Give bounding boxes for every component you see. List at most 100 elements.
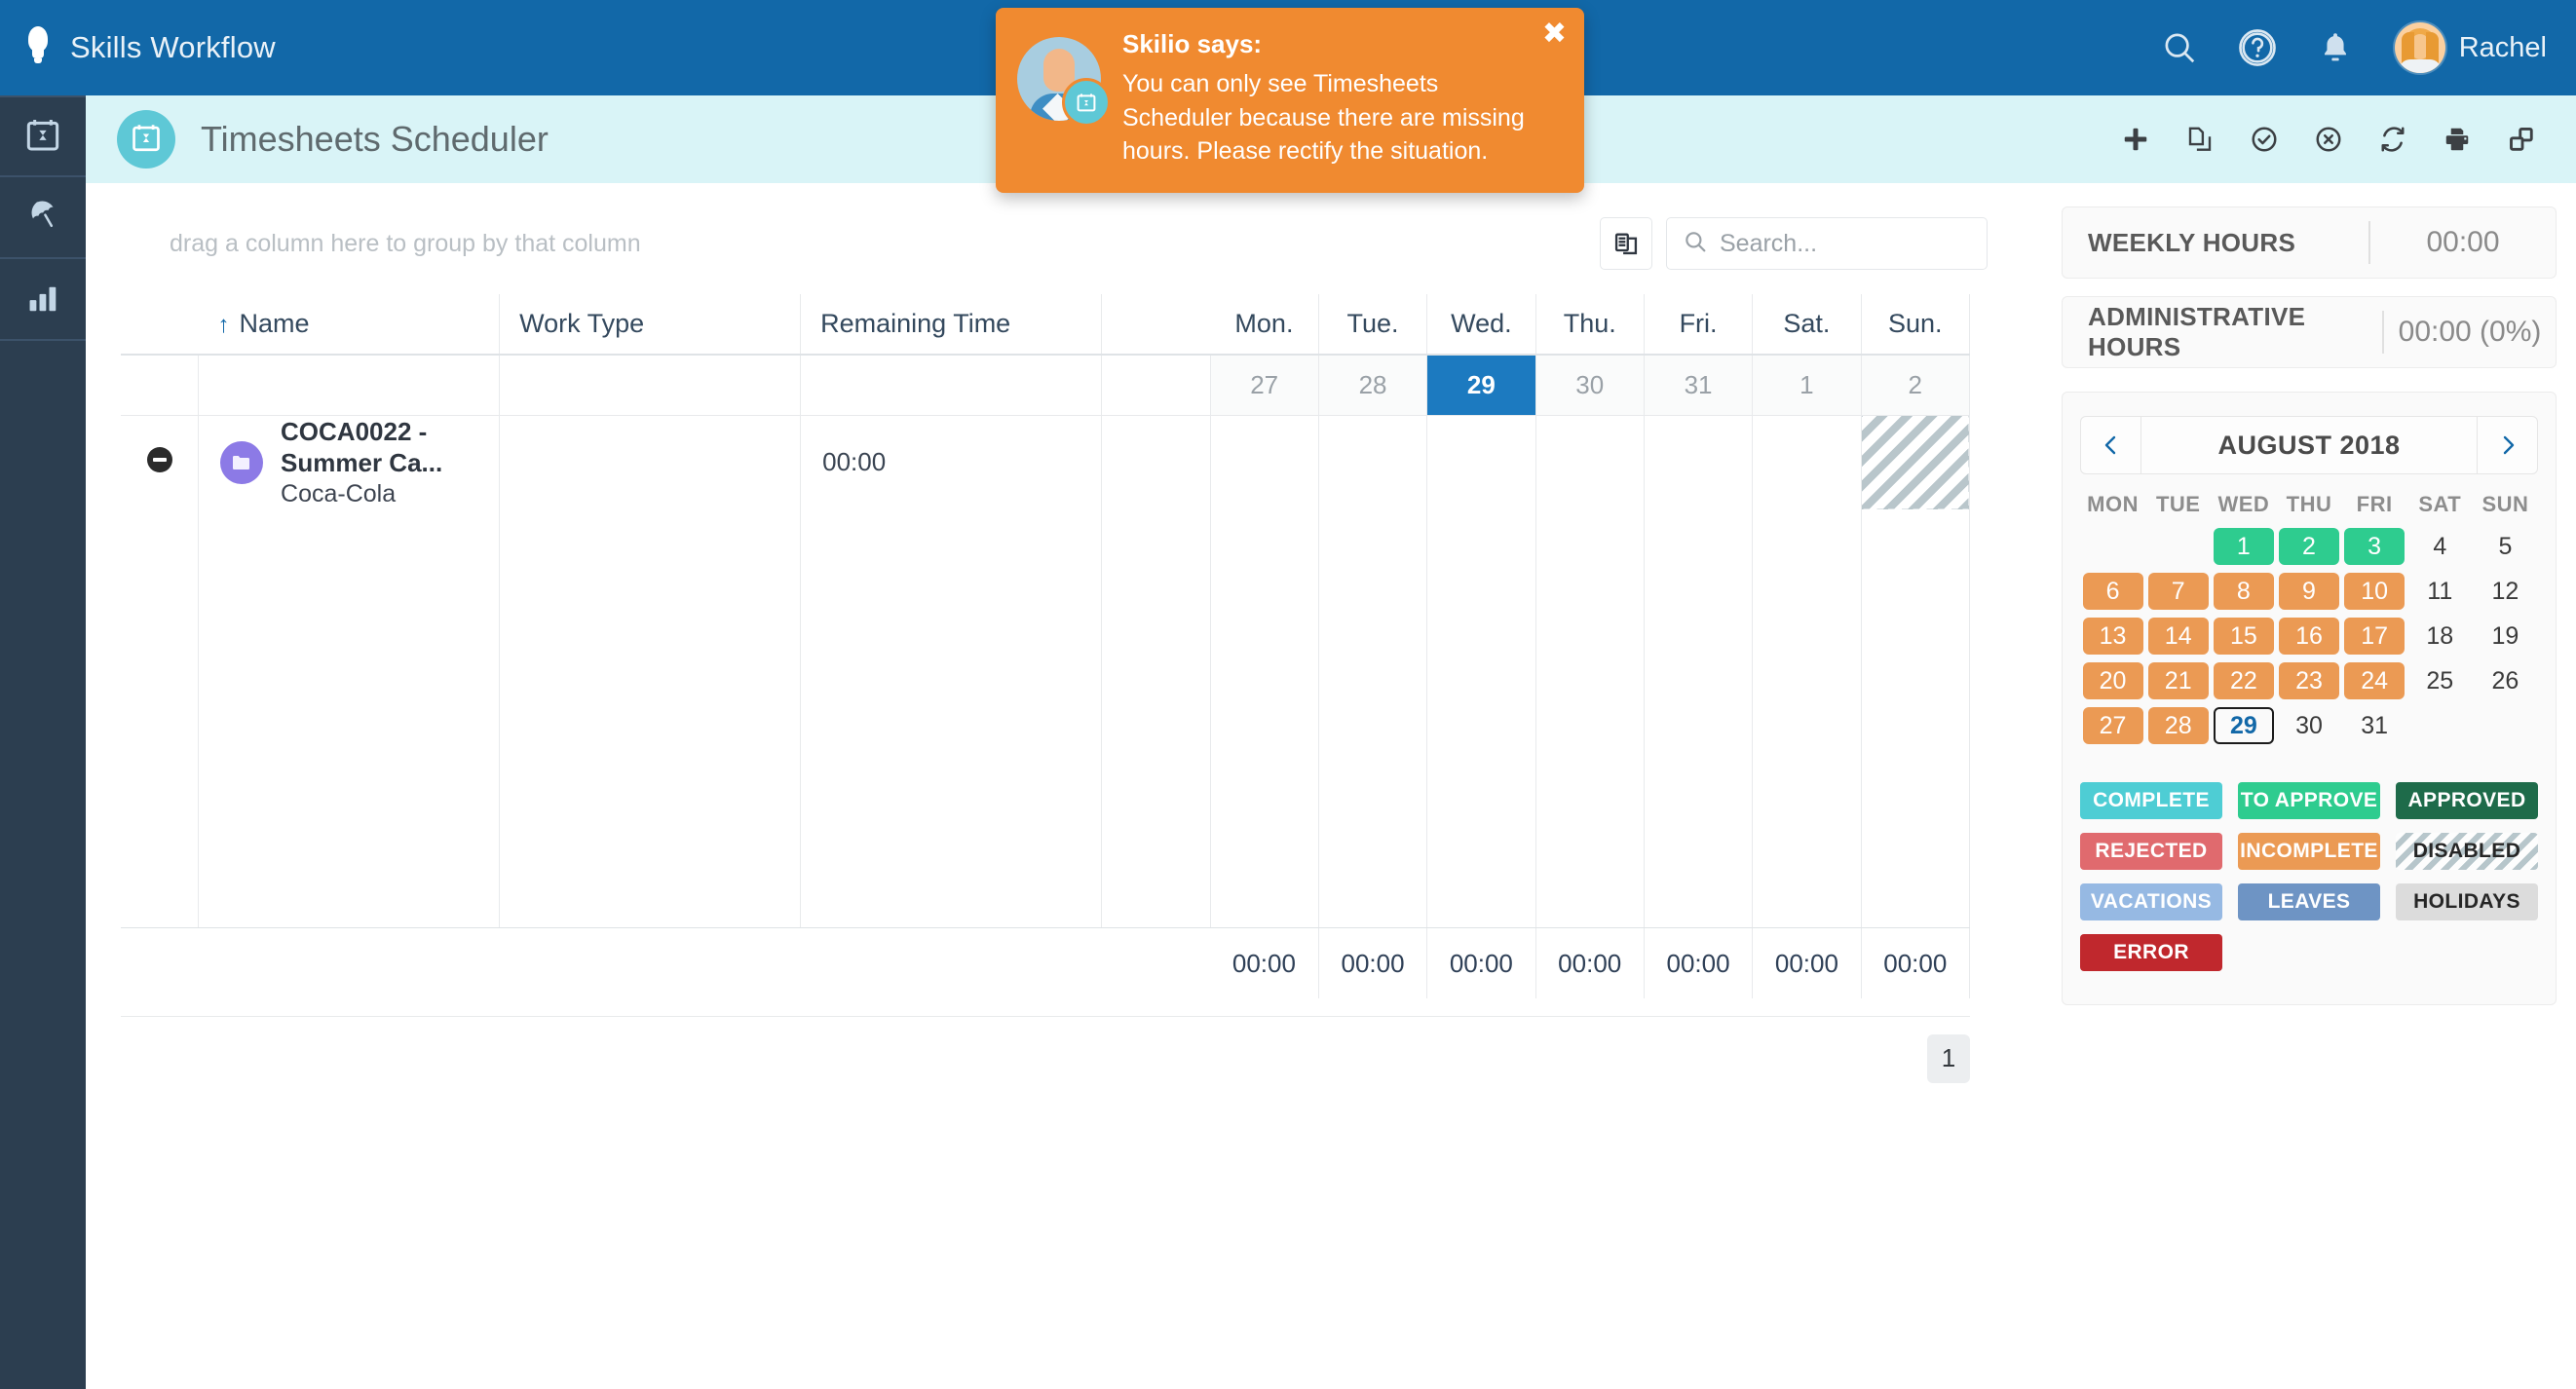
date-cell-sun[interactable]: 2 [1861, 355, 1971, 416]
minus-circle-icon[interactable] [146, 447, 172, 473]
legend-disabled[interactable]: DISABLED [2396, 833, 2538, 870]
calendar-day-13[interactable]: 13 [2082, 618, 2143, 655]
calendar-cell: 21 [2145, 661, 2211, 700]
search-box[interactable] [1666, 217, 1988, 270]
administrative-hours-box: ADMINISTRATIVE HOURS 00:00 (0%) [2062, 296, 2557, 368]
cancel-circle-icon[interactable] [2309, 120, 2348, 159]
plus-icon[interactable] [2116, 120, 2155, 159]
calendar-day-6[interactable]: 6 [2082, 573, 2143, 610]
calendar-day-15[interactable]: 15 [2213, 618, 2274, 655]
chevron-right-icon[interactable] [2477, 417, 2537, 473]
column-chooser-icon[interactable] [1600, 217, 1652, 270]
column-header-thu[interactable]: Thu. [1535, 294, 1645, 356]
sidebar-item-timesheets[interactable] [0, 95, 86, 177]
legend-error[interactable]: ERROR [2080, 934, 2222, 971]
calendar-day-21[interactable]: 21 [2147, 662, 2209, 699]
calendar-day-26[interactable]: 26 [2475, 662, 2535, 699]
calendar-day-22[interactable]: 22 [2213, 662, 2274, 699]
column-header-mon[interactable]: Mon. [1210, 294, 1319, 356]
total-sun: 00:00 [1861, 927, 1971, 998]
date-cell-thu[interactable]: 30 [1535, 355, 1645, 416]
search-input[interactable] [1720, 229, 1971, 258]
cell-fri[interactable] [1644, 415, 1754, 509]
calendar-day-18[interactable]: 18 [2409, 618, 2470, 655]
calendar-day-28[interactable]: 28 [2147, 707, 2209, 744]
column-header-name[interactable]: ↑ Name [198, 294, 501, 356]
refresh-icon[interactable] [2373, 120, 2412, 159]
legend-holidays[interactable]: HOLIDAYS [2396, 883, 2538, 920]
date-cell-fri[interactable]: 31 [1644, 355, 1754, 416]
calendar-day-7[interactable]: 7 [2147, 573, 2209, 610]
calendar-day-29[interactable]: 29 [2213, 707, 2274, 744]
table-row[interactable]: COCA0022 - Summer Ca... Coca-Cola 00:00 [121, 415, 1971, 509]
cell-wed[interactable] [1426, 415, 1536, 509]
search-icon[interactable] [2157, 25, 2202, 70]
calendar-day-17[interactable]: 17 [2344, 618, 2406, 655]
column-header-sat[interactable]: Sat. [1752, 294, 1862, 356]
column-header-wed[interactable]: Wed. [1426, 294, 1536, 356]
date-cell-tue[interactable]: 28 [1318, 355, 1428, 416]
calendar-day-2[interactable]: 2 [2278, 528, 2339, 565]
calendar-cell: 26 [2473, 661, 2538, 700]
calendar-day-20[interactable]: 20 [2082, 662, 2143, 699]
calendar-day-27[interactable]: 27 [2082, 707, 2143, 744]
calendar-cell: 24 [2342, 661, 2407, 700]
chevron-left-icon[interactable] [2081, 417, 2141, 473]
calendar-blank-cell [2145, 527, 2211, 566]
column-header-worktype[interactable]: Work Type [499, 294, 802, 356]
calendar-day-4[interactable]: 4 [2409, 528, 2470, 565]
user-menu[interactable]: Rachel [2394, 22, 2547, 73]
sidebar-item-reports[interactable] [0, 259, 86, 341]
calendar-day-10[interactable]: 10 [2344, 573, 2406, 610]
cell-sat[interactable] [1752, 415, 1862, 509]
grid-group-bar: drag a column here to group by that colu… [121, 206, 2001, 281]
date-cell-wed[interactable]: 29 [1426, 355, 1536, 416]
total-tue: 00:00 [1318, 927, 1428, 998]
legend-approved[interactable]: APPROVED [2396, 782, 2538, 819]
column-header-sun[interactable]: Sun. [1861, 294, 1971, 356]
total-sat: 00:00 [1752, 927, 1862, 998]
legend-to-approve[interactable]: TO APPROVE [2238, 782, 2380, 819]
cell-mon[interactable] [1210, 415, 1319, 509]
print-icon[interactable] [2438, 120, 2477, 159]
calendar-day-9[interactable]: 9 [2278, 573, 2339, 610]
close-icon[interactable]: ✖ [1542, 19, 1567, 49]
date-cell-sat[interactable]: 1 [1752, 355, 1862, 416]
calendar-day-23[interactable]: 23 [2278, 662, 2339, 699]
legend-leaves[interactable]: LEAVES [2238, 883, 2380, 920]
date-cell-mon[interactable]: 27 [1210, 355, 1319, 416]
calendar-day-31[interactable]: 31 [2344, 707, 2405, 744]
brand-logo[interactable]: Skills Workflow [21, 24, 276, 71]
sidebar-item-vacations[interactable] [0, 177, 86, 259]
legend-vacations[interactable]: VACATIONS [2080, 883, 2222, 920]
calendar-day-30[interactable]: 30 [2279, 707, 2339, 744]
calendar-day-24[interactable]: 24 [2344, 662, 2406, 699]
help-circle-icon[interactable] [2235, 25, 2280, 70]
row-title: COCA0022 - Summer Ca... [281, 416, 443, 478]
windows-icon[interactable] [2502, 120, 2541, 159]
calendar-day-16[interactable]: 16 [2278, 618, 2339, 655]
legend-rejected[interactable]: REJECTED [2080, 833, 2222, 870]
copy-icon[interactable] [2180, 120, 2219, 159]
column-header-fri[interactable]: Fri. [1644, 294, 1754, 356]
calendar-day-11[interactable]: 11 [2409, 573, 2470, 610]
calendar-day-19[interactable]: 19 [2475, 618, 2535, 655]
calendar-day-8[interactable]: 8 [2213, 573, 2274, 610]
check-circle-icon[interactable] [2245, 120, 2284, 159]
cell-worktype[interactable] [499, 415, 802, 509]
calendar-day-14[interactable]: 14 [2147, 618, 2209, 655]
calendar-day-3[interactable]: 3 [2344, 528, 2406, 565]
group-by-hint[interactable]: drag a column here to group by that colu… [170, 230, 641, 258]
bell-icon[interactable] [2313, 25, 2358, 70]
calendar-day-5[interactable]: 5 [2475, 528, 2535, 565]
column-header-tue[interactable]: Tue. [1318, 294, 1428, 356]
legend-incomplete[interactable]: INCOMPLETE [2238, 833, 2380, 870]
column-header-remaining-time[interactable]: Remaining Time [800, 294, 1103, 356]
cell-thu[interactable] [1535, 415, 1645, 509]
calendar-day-1[interactable]: 1 [2213, 528, 2274, 565]
page-number-1[interactable]: 1 [1927, 1033, 1970, 1083]
legend-complete[interactable]: COMPLETE [2080, 782, 2222, 819]
calendar-day-12[interactable]: 12 [2475, 573, 2535, 610]
cell-tue[interactable] [1318, 415, 1428, 509]
calendar-day-25[interactable]: 25 [2409, 662, 2470, 699]
